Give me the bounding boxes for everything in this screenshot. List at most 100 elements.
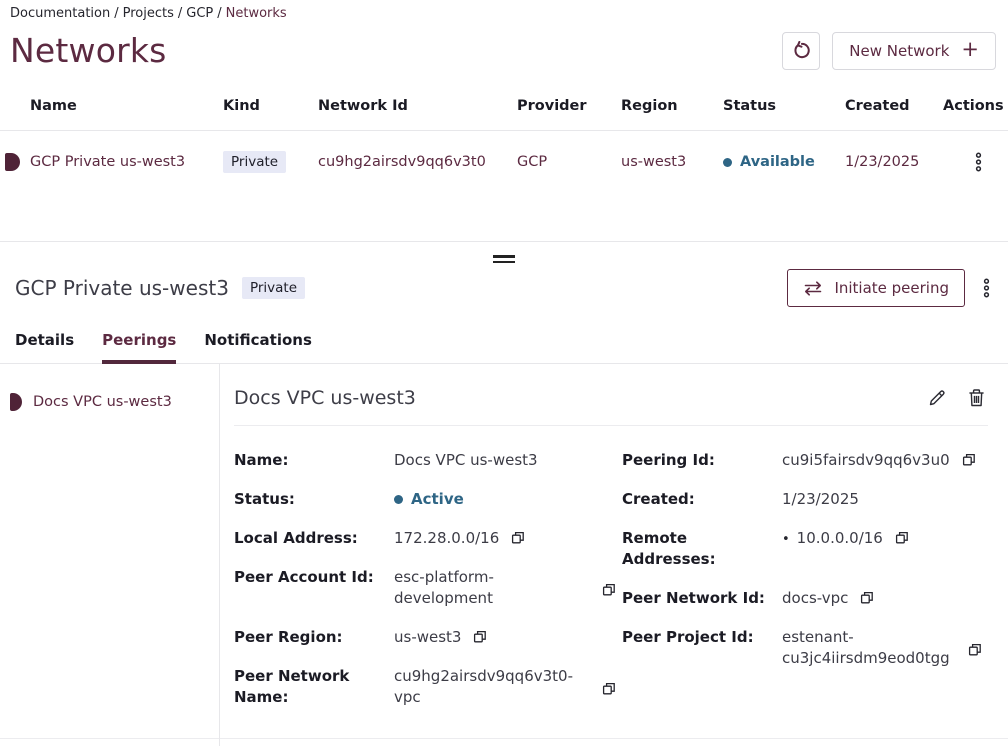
copy-button[interactable] [860,591,874,605]
table-row[interactable]: GCP Private us-west3 Private cu9hg2airsd… [0,131,1008,193]
panel-splitter [0,241,1008,265]
field-created: Created: 1/23/2025 [622,489,988,510]
peering-fields: Name: Docs VPC us-west3 Status: Active L… [234,450,988,726]
refresh-button[interactable] [782,32,820,70]
network-tabs: Details Peerings Notifications [0,331,1008,364]
breadcrumb-separator: / [114,6,118,21]
column-header-network-id: Network Id [318,98,517,114]
field-peer-network-id: Peer Network Id: docs-vpc [622,588,988,609]
field-name: Name: Docs VPC us-west3 [234,450,622,471]
network-half-circle-icon [5,153,20,171]
field-peer-network-name: Peer Network Name: cu9hg2airsdv9qq6v3t0-… [234,666,622,708]
field-label: Name: [234,450,394,471]
column-header-name: Name [30,98,223,114]
column-header-kind: Kind [223,98,318,114]
tab-notifications[interactable]: Notifications [204,331,312,364]
breadcrumb-link-documentation[interactable]: Documentation [10,6,110,21]
peering-title: Docs VPC us-west3 [234,387,416,409]
status-dot [394,495,403,504]
field-value: esc-platform-development [394,567,590,609]
networks-table: Name Kind Network Id Provider Region Sta… [0,92,1008,193]
delete-peering-button[interactable] [965,386,988,410]
field-peer-project-id: Peer Project Id: estenant-cu3jc4iirsdm9e… [622,627,988,669]
copy-icon [602,583,616,597]
column-header-created: Created [845,98,943,114]
edit-peering-button[interactable] [925,386,949,410]
field-label: Peer Network Id: [622,588,782,609]
copy-button[interactable] [602,682,616,696]
cell-status: Available [723,154,845,170]
peering-list: Docs VPC us-west3 [0,364,220,746]
field-label: Peering Id: [622,450,782,471]
copy-button[interactable] [473,630,487,644]
field-local-address: Local Address: 172.28.0.0/16 [234,528,622,549]
field-value: 1/23/2025 [782,489,859,510]
network-half-circle-icon [10,393,22,411]
field-label: Peer Region: [234,627,394,648]
field-value: •10.0.0.0/16 [782,528,883,550]
copy-button[interactable] [968,643,982,657]
field-value: Docs VPC us-west3 [394,450,538,471]
copy-icon [968,643,982,657]
breadcrumb: Documentation/Projects/GCP/Networks [0,0,1008,21]
field-value: 172.28.0.0/16 [394,528,499,549]
tab-details[interactable]: Details [15,331,74,364]
peering-list-item[interactable]: Docs VPC us-west3 [0,393,219,411]
kebab-menu-icon [983,278,990,298]
copy-icon [602,682,616,696]
pencil-icon [927,388,947,408]
field-label: Peer Network Name: [234,666,394,708]
new-network-button[interactable]: New Network + [832,32,996,70]
kind-badge: Private [242,277,305,299]
peering-detail: Docs VPC us-west3 [220,364,1008,746]
copy-icon [895,531,909,545]
row-actions-menu-button[interactable] [969,148,988,176]
field-peer-account-id: Peer Account Id: esc-platform-developmen… [234,567,622,609]
breadcrumb-separator: / [217,6,221,21]
field-label: Status: [234,489,394,510]
copy-button[interactable] [895,531,909,545]
field-label: Local Address: [234,528,394,549]
copy-button[interactable] [511,531,525,545]
status-dot [723,158,732,167]
fields-column-right: Peering Id: cu9i5fairsdv9qq6v3u0 Created… [622,450,988,726]
breadcrumb-link-gcp[interactable]: GCP [186,6,213,21]
column-header-actions: Actions [943,98,1008,114]
transfer-arrows-icon [803,281,823,296]
cell-name: GCP Private us-west3 [30,154,223,170]
tab-peerings[interactable]: Peerings [102,331,176,364]
plus-icon: + [961,39,979,60]
field-remote-addresses: Remote Addresses: •10.0.0.0/16 [622,528,988,570]
fields-column-left: Name: Docs VPC us-west3 Status: Active L… [234,450,622,726]
copy-icon [860,591,874,605]
field-peer-region: Peer Region: us-west3 [234,627,622,648]
kebab-menu-icon [975,152,982,172]
cell-region: us-west3 [621,154,723,170]
new-network-label: New Network [849,42,949,60]
copy-button[interactable] [602,583,616,597]
table-header: Name Kind Network Id Provider Region Sta… [0,92,1008,131]
breadcrumb-link-projects[interactable]: Projects [123,6,174,21]
field-label: Peer Project Id: [622,627,782,648]
field-value: docs-vpc [782,588,848,609]
network-detail-header: GCP Private us-west3 Private Initiate pe… [0,265,1008,307]
trash-icon [967,388,986,408]
field-value: us-west3 [394,627,461,648]
drag-handle-icon[interactable] [487,253,521,265]
peering-item-label: Docs VPC us-west3 [33,394,172,410]
breadcrumb-current-networks: Networks [226,6,287,21]
initiate-peering-button[interactable]: Initiate peering [787,269,965,307]
copy-button[interactable] [962,453,976,467]
copy-icon [962,453,976,467]
status-badge: Available [740,154,815,170]
copy-icon [473,630,487,644]
network-actions-menu-button[interactable] [977,274,996,302]
page-title: Networks [10,31,167,70]
field-value: cu9i5fairsdv9qq6v3u0 [782,450,950,471]
cell-network-id: cu9hg2airsdv9qq6v3t0 [318,154,517,170]
table-body: GCP Private us-west3 Private cu9hg2airsd… [0,131,1008,193]
cell-provider: GCP [517,154,621,170]
field-label: Remote Addresses: [622,528,782,570]
initiate-peering-label: Initiate peering [834,279,949,297]
status-badge: Active [411,489,464,510]
